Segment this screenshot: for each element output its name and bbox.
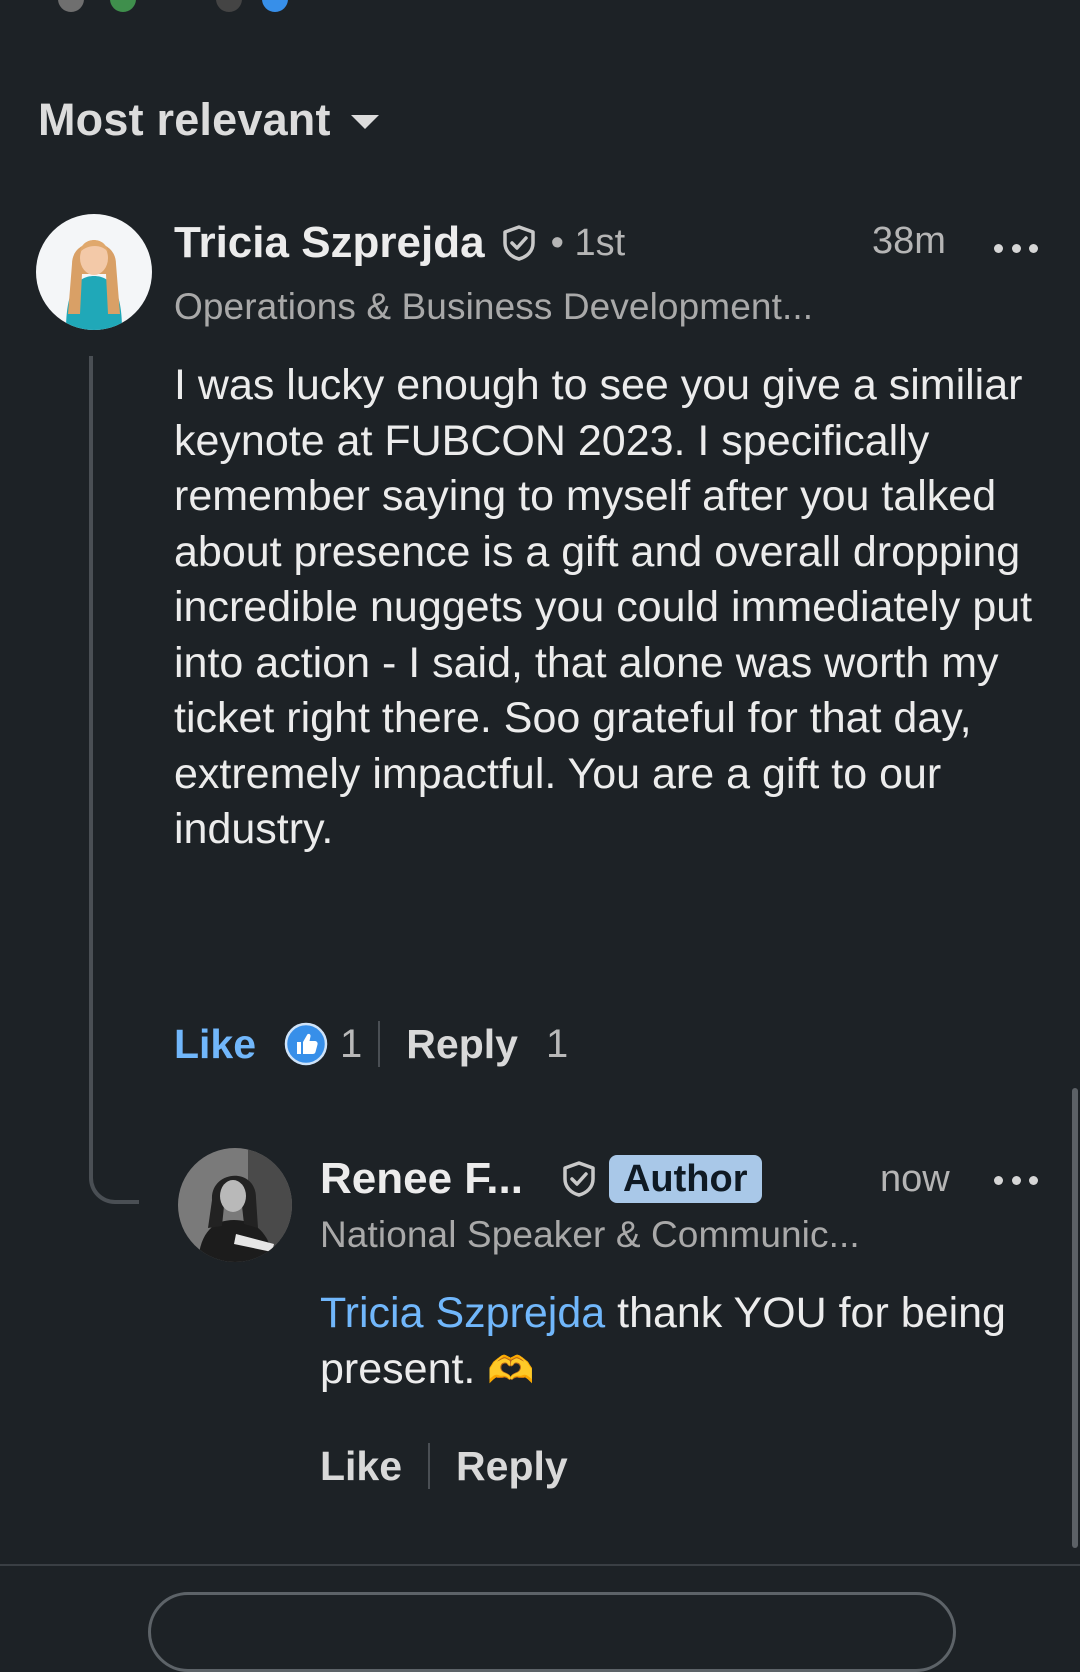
- scrollbar[interactable]: [1072, 1088, 1078, 1548]
- mention-link[interactable]: Tricia Szprejda: [320, 1289, 605, 1337]
- author-badge: Author: [608, 1155, 762, 1203]
- reply-count: 1: [545, 1021, 569, 1066]
- reply-button[interactable]: Reply: [456, 1443, 568, 1490]
- shield-check-icon: [501, 224, 537, 262]
- reaction-avatar: [110, 0, 136, 12]
- thread-connector-line: [89, 356, 139, 1204]
- connection-degree: • 1st: [550, 221, 626, 264]
- thumbs-up-reaction-icon[interactable]: [284, 1022, 328, 1066]
- caret-down-icon: [350, 115, 379, 129]
- commenter-avatar[interactable]: [36, 214, 152, 330]
- action-divider: [428, 1443, 431, 1489]
- reply-more-button[interactable]: [994, 1170, 1038, 1190]
- like-button[interactable]: Like: [174, 1021, 256, 1068]
- reply-timestamp: now: [880, 1158, 950, 1200]
- replier-avatar[interactable]: [178, 1148, 292, 1262]
- cropped-reaction-avatars: [0, 0, 1080, 12]
- reply-actions: Like Reply: [320, 1438, 568, 1494]
- reaction-avatar: [216, 0, 242, 12]
- sort-dropdown[interactable]: Most relevant: [38, 92, 379, 148]
- commenter-name-row: Tricia Szprejda • 1st: [174, 216, 625, 270]
- commenter-headline: Operations & Business Development...: [174, 286, 814, 327]
- action-divider: [378, 1021, 381, 1067]
- replier-name-row: Renee F... Author: [320, 1152, 762, 1206]
- replier-name[interactable]: Renee F...: [320, 1154, 523, 1204]
- comment-actions: Like 1 Reply 1: [174, 1016, 568, 1072]
- commenter-name[interactable]: Tricia Szprejda: [174, 218, 485, 268]
- shield-check-icon: [561, 1160, 597, 1198]
- ellipsis-icon: [994, 1175, 1003, 1185]
- reaction-avatar: [262, 0, 288, 12]
- comment-input[interactable]: [148, 1592, 956, 1672]
- comment-timestamp: 38m: [872, 220, 946, 262]
- heart-hands-emoji: 🫶: [487, 1349, 535, 1392]
- sort-label: Most relevant: [38, 94, 331, 145]
- like-button[interactable]: Like: [320, 1443, 402, 1490]
- comment-more-button[interactable]: [994, 238, 1038, 258]
- composer-divider: [0, 1564, 1080, 1566]
- reaction-avatar: [58, 0, 84, 12]
- reaction-count: 1: [340, 1021, 363, 1066]
- reply-button[interactable]: Reply: [406, 1021, 518, 1068]
- reply-body: Tricia Szprejda thank YOU for being pres…: [320, 1286, 1040, 1399]
- comment-body: I was lucky enough to see you give a sim…: [174, 361, 1033, 853]
- replier-headline: National Speaker & Communic...: [320, 1214, 860, 1255]
- ellipsis-icon: [994, 243, 1003, 253]
